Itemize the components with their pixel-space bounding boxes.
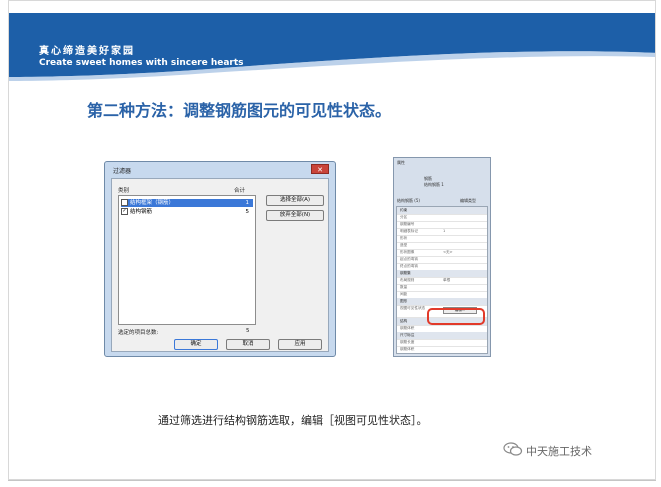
checkbox[interactable]: ✓ (121, 208, 128, 215)
ok-button[interactable]: 确定 (174, 339, 218, 350)
total-label: 选定的项目总数: (118, 330, 159, 336)
column-header-count: 合计 (234, 188, 246, 194)
list-item[interactable]: ✓ 结构钢筋 5 (121, 208, 253, 216)
select-all-button[interactable]: 选择全部(A) (266, 195, 324, 206)
list-item-label: 结构框架（钢筋） (130, 200, 175, 206)
bottom-divider (8, 480, 656, 481)
brand-name: 真心缔造美好家园 (39, 46, 135, 57)
checkbox[interactable] (121, 199, 128, 206)
list-item[interactable]: 结构框架（钢筋） 1 (121, 199, 253, 207)
watermark-text: 中天施工技术 (526, 445, 592, 458)
dialog-body: 类别 合计 结构框架（钢筋） 1 ✓ 结构钢筋 5 选择全部(A) 放弃全部(N)… (111, 178, 329, 352)
list-item-label: 结构钢筋 (130, 209, 153, 215)
properties-grid: 约束 分区 钢筋编号 明细表标记 1 形状 造型 形状图像 <无> 起点的弯钩 终点… (396, 206, 488, 354)
total-value: 5 (246, 328, 250, 334)
dialog-title: 过滤器 (113, 168, 132, 175)
wechat-icon (503, 442, 523, 456)
column-header-category: 类别 (118, 188, 130, 194)
list-item-count: 1 (245, 200, 250, 206)
deselect-all-button[interactable]: 放弃全部(N) (266, 210, 324, 221)
slide-heading: 第二种方法：调整钢筋图元的可见性状态。 (87, 101, 392, 120)
highlight-box (427, 308, 485, 325)
list-item-count: 5 (245, 209, 250, 215)
type-selector[interactable]: 结构钢筋 (5) (397, 198, 420, 204)
filter-dialog: 过滤器 ✕ 类别 合计 结构框架（钢筋） 1 ✓ 结构钢筋 5 选择全部(A) 放… (104, 161, 336, 357)
apply-button[interactable]: 应用 (278, 339, 322, 350)
cancel-button[interactable]: 取消 (226, 339, 270, 350)
close-icon[interactable]: ✕ (311, 164, 329, 174)
edit-type-button[interactable]: 编辑类型 (460, 198, 476, 204)
slide-caption: 通过筛选进行结构钢筋选取，编辑［视图可见性状态］。 (158, 414, 428, 427)
property-row[interactable]: 钢筋体积 (397, 346, 487, 353)
header-banner: 真心缔造美好家园 Create sweet homes with sincere… (9, 13, 655, 83)
type-subname: 结构钢筋 1 (424, 182, 444, 187)
properties-panel: 属性 钢筋 结构钢筋 1 结构钢筋 (5) 编辑类型 约束 分区 钢筋编号 明细… (393, 157, 491, 357)
brand-slogan: Create sweet homes with sincere hearts (39, 58, 244, 68)
properties-title: 属性 (397, 160, 405, 165)
category-list[interactable]: 结构框架（钢筋） 1 ✓ 结构钢筋 5 (118, 195, 256, 325)
